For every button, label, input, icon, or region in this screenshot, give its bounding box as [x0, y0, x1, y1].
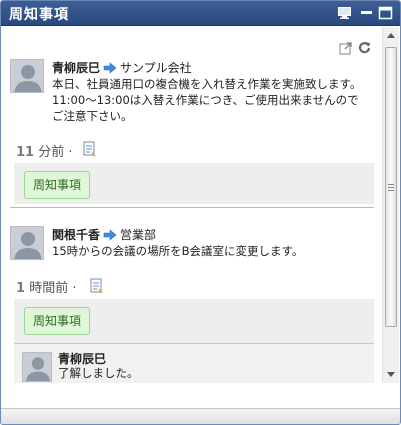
- grip-line: [388, 184, 394, 185]
- post-meta: 11 分前 ·: [16, 141, 73, 160]
- minimize-icon[interactable]: [359, 6, 374, 20]
- comment-icon[interactable]: [83, 141, 97, 157]
- notice-widget: 周知事項 青柳辰巳 サンプル会社 本日、社員通用口の複合機を入れ替え作業を実施致…: [0, 0, 401, 425]
- vertical-scrollbar[interactable]: [382, 27, 399, 383]
- reply-item: 青柳辰巳 了解しました。: [14, 343, 374, 383]
- message-line: 11:00～13:00は入替え作業につき、ご使用出来ませんので: [52, 93, 359, 107]
- grip-line: [388, 187, 394, 188]
- tag-panel: 周知事項: [14, 163, 374, 204]
- arrow-right-icon: [103, 229, 117, 244]
- meta-separator: ·: [68, 145, 73, 160]
- list-item: 青柳辰巳 サンプル会社 本日、社員通用口の複合機を入れ替え作業を実施致します。 1…: [10, 59, 374, 204]
- time-unit: 分前: [38, 145, 65, 160]
- widget-body: 青柳辰巳 サンプル会社 本日、社員通用口の複合機を入れ替え作業を実施致します。 1…: [2, 27, 399, 407]
- scroll-up-icon[interactable]: [383, 27, 399, 44]
- avatar[interactable]: [22, 352, 52, 382]
- scrollbar-thumb[interactable]: [385, 47, 397, 327]
- message-line: 15時からの会議の場所をB会議室に変更します。: [52, 244, 304, 258]
- author-name[interactable]: 青柳辰巳: [52, 61, 100, 75]
- post-header: 関根千香 営業部: [52, 226, 156, 244]
- message-line: ご注意下さい。: [52, 109, 133, 123]
- author-name[interactable]: 関根千香: [52, 228, 100, 242]
- tag-panel: 周知事項: [14, 299, 374, 343]
- post-meta: 1 時間前 ·: [16, 277, 76, 296]
- avatar[interactable]: [10, 226, 44, 260]
- post-header: 青柳辰巳 サンプル会社: [52, 59, 192, 77]
- time-number: 11: [16, 145, 35, 160]
- widget-titlebar: 周知事項: [1, 1, 400, 26]
- grip-line: [388, 190, 394, 191]
- widget-title: 周知事項: [9, 7, 69, 23]
- divider: [10, 207, 374, 208]
- list-item: 関根千香 営業部 15時からの会議の場所をB会議室に変更します。 1 時間前 · …: [10, 226, 374, 383]
- maximize-icon[interactable]: [378, 6, 393, 20]
- tag-badge[interactable]: 周知事項: [24, 171, 91, 199]
- scroll-down-icon[interactable]: [383, 366, 399, 383]
- message-line: 本日、社員通用口の複合機を入れ替え作業を実施致します。: [52, 77, 362, 91]
- post-message: 15時からの会議の場所をB会議室に変更します。: [52, 243, 374, 259]
- post-message: 本日、社員通用口の複合機を入れ替え作業を実施致します。 11:00～13:00は…: [52, 76, 374, 124]
- avatar[interactable]: [10, 59, 44, 93]
- widget-footer: [1, 408, 400, 424]
- comment-icon[interactable]: [90, 278, 104, 294]
- arrow-right-icon: [103, 62, 117, 77]
- tag-badge[interactable]: 周知事項: [24, 307, 91, 335]
- target-name[interactable]: サンプル会社: [120, 61, 192, 75]
- monitor-icon[interactable]: [337, 6, 352, 20]
- feed-list: 青柳辰巳 サンプル会社 本日、社員通用口の複合機を入れ替え作業を実施致します。 1…: [10, 27, 374, 383]
- time-unit: 時間前: [29, 281, 69, 296]
- time-number: 1: [16, 281, 26, 296]
- target-name[interactable]: 営業部: [120, 228, 156, 242]
- reply-message: 了解しました。: [58, 366, 139, 380]
- meta-separator: ·: [72, 281, 77, 296]
